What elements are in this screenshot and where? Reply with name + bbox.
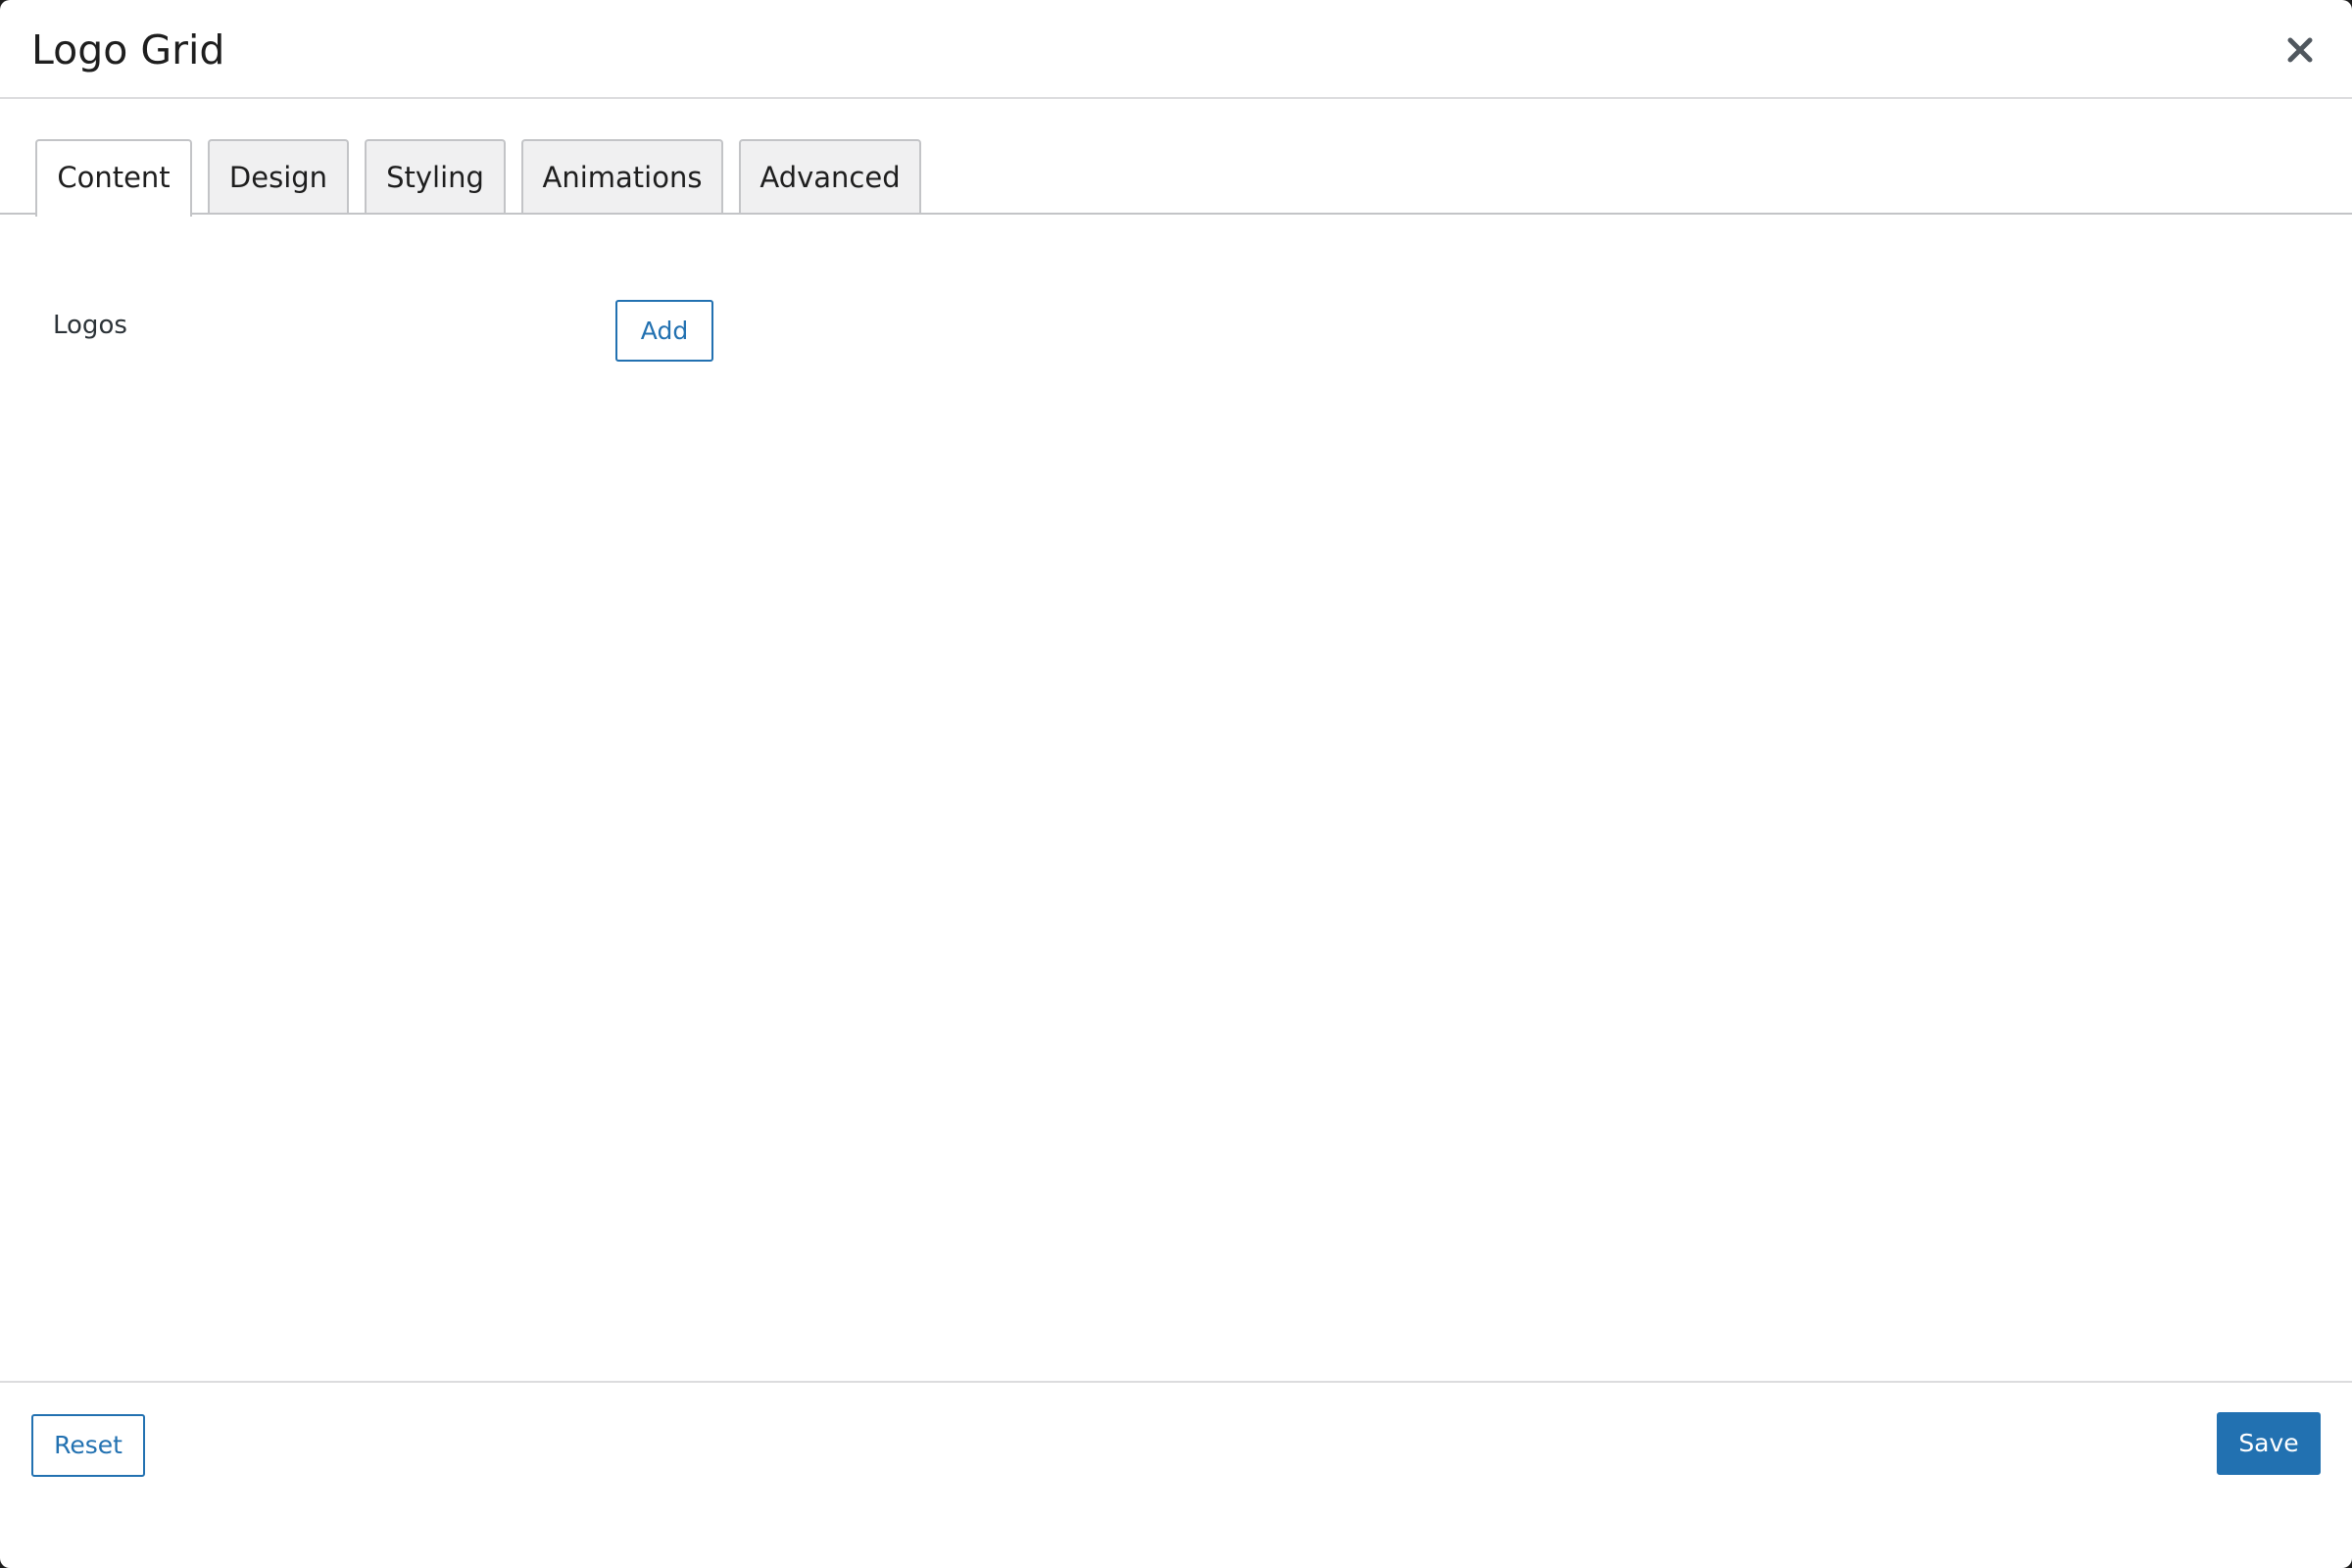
tab-content[interactable]: Content	[35, 139, 192, 217]
add-logo-button[interactable]: Add	[615, 300, 713, 362]
logos-field-label: Logos	[53, 311, 127, 340]
dialog-header: Logo Grid	[0, 0, 2352, 99]
tab-design[interactable]: Design	[208, 139, 349, 213]
close-button[interactable]	[2279, 29, 2321, 71]
logo-grid-dialog: Logo Grid Content Design Styling Animati…	[0, 0, 2352, 1568]
tab-advanced[interactable]: Advanced	[739, 139, 921, 213]
save-button[interactable]: Save	[2217, 1412, 2321, 1475]
dialog-title: Logo Grid	[31, 26, 225, 74]
tab-animations[interactable]: Animations	[521, 139, 723, 213]
dialog-footer: Reset Save	[0, 1381, 2352, 1568]
tab-bar: Content Design Styling Animations Advanc…	[0, 137, 2352, 217]
reset-button[interactable]: Reset	[31, 1414, 145, 1477]
close-icon	[2287, 37, 2313, 63]
tab-styling[interactable]: Styling	[365, 139, 506, 213]
